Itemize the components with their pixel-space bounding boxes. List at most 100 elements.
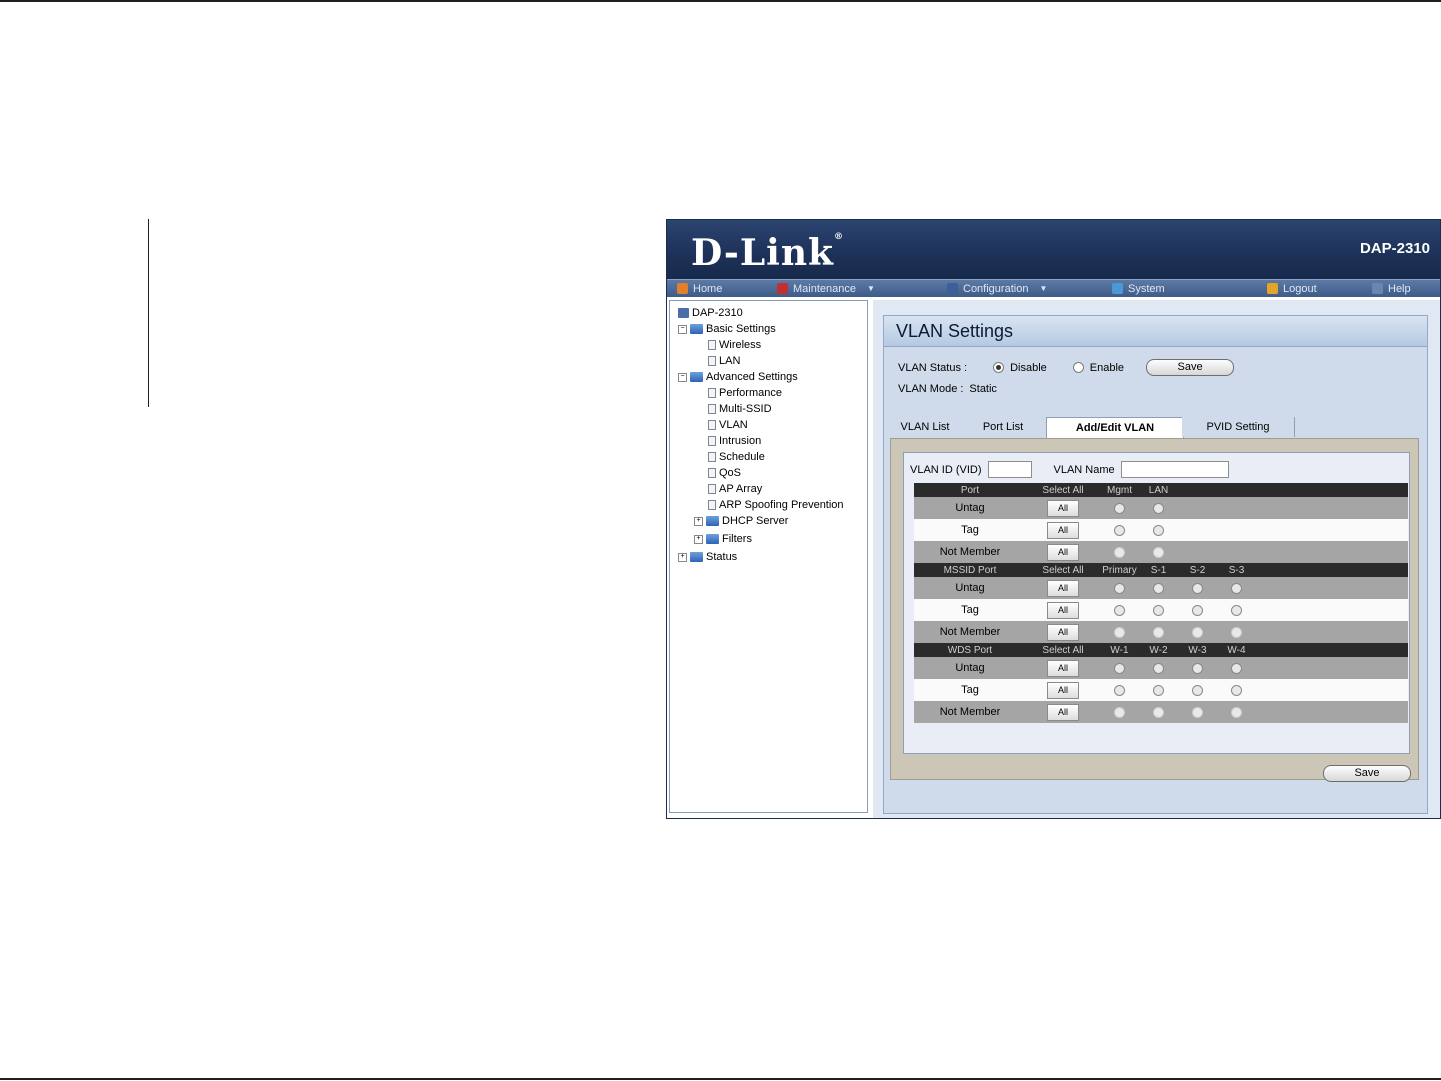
port-cell bbox=[1178, 599, 1217, 621]
port-radio[interactable] bbox=[1153, 502, 1164, 514]
port-radio[interactable] bbox=[1114, 524, 1125, 536]
select-all-button[interactable]: All bbox=[1047, 543, 1079, 561]
tree-folder-filters[interactable]: + Filters bbox=[694, 533, 752, 545]
port-radio[interactable] bbox=[1153, 582, 1164, 594]
row-label: Untag bbox=[955, 502, 985, 514]
port-radio[interactable] bbox=[1192, 706, 1203, 718]
port-radio[interactable] bbox=[1192, 626, 1203, 638]
port-radio[interactable] bbox=[1153, 626, 1164, 638]
membership-row: Not Member All bbox=[914, 541, 1408, 563]
port-cell bbox=[1100, 519, 1139, 541]
tree-item-ap-array[interactable]: AP Array bbox=[708, 483, 762, 495]
vlan-id-input[interactable] bbox=[987, 461, 1032, 478]
enable-radio[interactable] bbox=[1072, 362, 1084, 373]
port-radio[interactable] bbox=[1231, 604, 1242, 616]
select-all-button[interactable]: All bbox=[1047, 521, 1079, 539]
row-label: Tag bbox=[961, 524, 979, 536]
tree-root[interactable]: DAP-2310 bbox=[678, 307, 743, 319]
expand-icon[interactable]: − bbox=[678, 324, 687, 334]
select-all-button[interactable]: All bbox=[1047, 579, 1079, 597]
save-button[interactable]: Save bbox=[1146, 359, 1235, 376]
port-radio[interactable] bbox=[1231, 582, 1242, 594]
port-cell bbox=[1178, 657, 1217, 679]
select-all-button[interactable]: All bbox=[1047, 659, 1079, 677]
port-radio[interactable] bbox=[1153, 546, 1164, 558]
port-cell bbox=[1139, 519, 1178, 541]
tab-add-edit-vlan[interactable]: Add/Edit VLAN bbox=[1046, 417, 1184, 438]
select-all-button[interactable]: All bbox=[1047, 499, 1079, 517]
tree-label: Status bbox=[706, 551, 738, 563]
tree-item-arp-spoofing-prevention[interactable]: ARP Spoofing Prevention bbox=[708, 499, 844, 511]
menu-home[interactable]: Home bbox=[677, 281, 722, 296]
port-radio[interactable] bbox=[1153, 524, 1164, 536]
port-radio[interactable] bbox=[1192, 582, 1203, 594]
menu-help[interactable]: Help bbox=[1372, 281, 1411, 296]
port-radio[interactable] bbox=[1231, 684, 1242, 696]
disable-radio[interactable] bbox=[993, 362, 1005, 373]
port-radio[interactable] bbox=[1192, 662, 1203, 674]
page-icon bbox=[708, 452, 716, 462]
port-cell bbox=[1217, 657, 1256, 679]
tree-item-multi-ssid[interactable]: Multi-SSID bbox=[708, 403, 772, 415]
expand-icon[interactable]: + bbox=[678, 552, 687, 562]
main-area: VLAN Settings VLAN Status : Disable Enab… bbox=[873, 300, 1440, 818]
port-radio[interactable] bbox=[1231, 662, 1242, 674]
menu-label: Logout bbox=[1283, 282, 1317, 295]
tab-port-list[interactable]: Port List bbox=[960, 417, 1047, 437]
port-radio[interactable] bbox=[1114, 706, 1125, 718]
tree-item-performance[interactable]: Performance bbox=[708, 387, 782, 399]
port-radio[interactable] bbox=[1231, 626, 1242, 638]
port-radio[interactable] bbox=[1114, 662, 1125, 674]
port-radio[interactable] bbox=[1153, 662, 1164, 674]
port-radio[interactable] bbox=[1153, 604, 1164, 616]
tree-folder-dhcp-server[interactable]: + DHCP Server bbox=[694, 515, 788, 527]
menu-logout[interactable]: Logout bbox=[1267, 281, 1317, 296]
tree-item-qos[interactable]: QoS bbox=[708, 467, 741, 479]
model-name: DAP-2310 bbox=[1359, 240, 1430, 257]
port-radio[interactable] bbox=[1153, 684, 1164, 696]
tree-label: Basic Settings bbox=[706, 323, 776, 335]
tree-item-intrusion[interactable]: Intrusion bbox=[708, 435, 761, 447]
folder-icon bbox=[706, 516, 719, 526]
tree-item-schedule[interactable]: Schedule bbox=[708, 451, 765, 463]
select-all-button[interactable]: All bbox=[1047, 703, 1079, 721]
row-label: Not Member bbox=[939, 626, 1001, 638]
port-radio[interactable] bbox=[1192, 684, 1203, 696]
tab-pvid-setting[interactable]: PVID Setting bbox=[1182, 417, 1295, 437]
network-icon bbox=[1112, 283, 1123, 294]
port-radio[interactable] bbox=[1231, 706, 1242, 718]
tree-item-vlan[interactable]: VLAN bbox=[708, 419, 748, 431]
port-radio[interactable] bbox=[1114, 604, 1125, 616]
menu-configuration[interactable]: Configuration ▼ bbox=[947, 281, 1047, 296]
port-radio[interactable] bbox=[1192, 604, 1203, 616]
port-radio[interactable] bbox=[1114, 582, 1125, 594]
port-radio[interactable] bbox=[1114, 546, 1125, 558]
port-cell bbox=[1217, 621, 1256, 643]
tree-item-lan[interactable]: LAN bbox=[708, 355, 740, 367]
bottom-save-button[interactable]: Save bbox=[1323, 765, 1411, 782]
select-all-button[interactable]: All bbox=[1047, 623, 1079, 641]
vlan-name-input[interactable] bbox=[1120, 461, 1229, 478]
page-icon bbox=[708, 500, 716, 510]
tab-vlan-list[interactable]: VLAN List bbox=[890, 417, 961, 437]
menu-maintenance[interactable]: Maintenance ▼ bbox=[777, 281, 875, 296]
disable-label: Disable bbox=[1010, 361, 1047, 374]
tree-basic-settings[interactable]: − Basic Settings bbox=[678, 323, 776, 335]
disk-icon bbox=[947, 283, 958, 294]
select-all-button[interactable]: All bbox=[1047, 681, 1079, 699]
tree-status[interactable]: + Status bbox=[678, 551, 737, 563]
expand-icon[interactable]: + bbox=[694, 516, 703, 526]
select-all-button[interactable]: All bbox=[1047, 601, 1079, 619]
membership-row: Tag All bbox=[914, 679, 1408, 701]
membership-row: Untag All bbox=[914, 657, 1408, 679]
port-radio[interactable] bbox=[1114, 502, 1125, 514]
port-radio[interactable] bbox=[1114, 684, 1125, 696]
port-radio[interactable] bbox=[1114, 626, 1125, 638]
port-radio[interactable] bbox=[1153, 706, 1164, 718]
select-all-cell: All bbox=[1026, 519, 1100, 541]
tree-item-wireless[interactable]: Wireless bbox=[708, 339, 761, 351]
expand-icon[interactable]: − bbox=[678, 372, 687, 382]
expand-icon[interactable]: + bbox=[694, 534, 703, 544]
tree-advanced-settings[interactable]: − Advanced Settings bbox=[678, 371, 798, 383]
menu-system[interactable]: System bbox=[1112, 281, 1165, 296]
